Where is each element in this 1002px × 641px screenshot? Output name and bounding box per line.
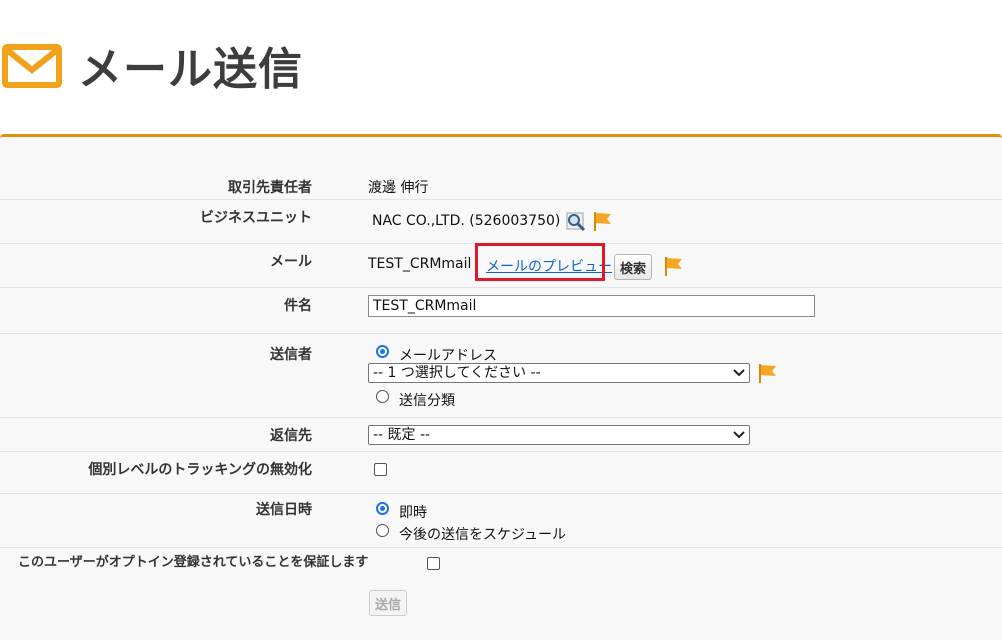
reply-to-select-value: -- 既定 -- [373,427,431,443]
row-tracking: 個別レベルのトラッキングの無効化 [0,451,1002,494]
sender-address-option-label: メールアドレス [399,348,497,364]
opt-in-label: このユーザーがオプトイン登録されていることを保証します [18,555,369,570]
sender-category-option-label: 送信分類 [399,393,455,409]
tracking-label: 個別レベルのトラッキングの無効化 [88,462,312,478]
business-unit-label: ビジネスユニット [200,210,312,226]
tracking-checkbox[interactable] [374,463,387,476]
sender-label: 送信者 [270,347,312,363]
row-sender: 送信者 メールアドレス -- 1 つ選択してください -- 送信分類 [0,333,1002,418]
sender-select-value: -- 1 つ選択してください -- [373,365,541,381]
send-schedule-option-label: 今後の送信をスケジュール [399,527,567,543]
subject-input[interactable]: TEST_CRMmail [368,295,815,317]
send-time-label: 送信日時 [256,502,312,518]
chevron-down-icon [733,369,745,377]
contact-label: 取引先責任者 [228,180,312,196]
business-unit-value-group: NAC CO.,LTD. (526003750) [372,210,613,232]
send-schedule-radio[interactable] [376,524,389,537]
mail-icon [2,44,62,88]
page-header: メール送信 [0,0,1002,136]
send-button[interactable]: 送信 [369,590,408,616]
flag-icon [594,212,612,231]
reply-to-label: 返信先 [270,428,312,444]
page-title: メール送信 [78,44,303,95]
email-form-panel: 取引先責任者 渡邊 伸行 ビジネスユニット NAC CO.,LTD. (5260… [0,134,1002,640]
send-now-option-label: 即時 [399,505,427,521]
opt-in-checkbox[interactable] [427,557,440,570]
row-contact: 取引先責任者 渡邊 伸行 [0,137,1002,199]
row-opt-in: このユーザーがオプトイン登録されていることを保証します 送信 [0,547,1002,641]
flag-icon [665,257,682,276]
row-send-time: 送信日時 即時 今後の送信をスケジュール [0,493,1002,548]
chevron-down-icon [733,431,745,439]
lookup-search-icon[interactable] [565,210,587,232]
sender-category-radio[interactable] [376,390,389,403]
flag-icon [759,364,776,383]
subject-label: 件名 [284,298,312,314]
row-reply-to: 返信先 -- 既定 -- [0,417,1002,452]
mail-label: メール [270,254,312,270]
contact-value: 渡邊 伸行 [368,180,429,196]
sender-address-radio[interactable] [376,345,389,358]
reply-to-select[interactable]: -- 既定 -- [368,425,750,445]
row-business-unit: ビジネスユニット NAC CO.,LTD. (526003750) [0,199,1002,244]
business-unit-value: NAC CO.,LTD. (526003750) [372,213,561,229]
mail-value: TEST_CRMmail [368,256,472,272]
send-now-radio[interactable] [376,502,389,515]
mail-search-button[interactable]: 検索 [614,254,653,280]
highlight-box [475,243,605,281]
sender-select[interactable]: -- 1 つ選択してください -- [368,363,750,383]
